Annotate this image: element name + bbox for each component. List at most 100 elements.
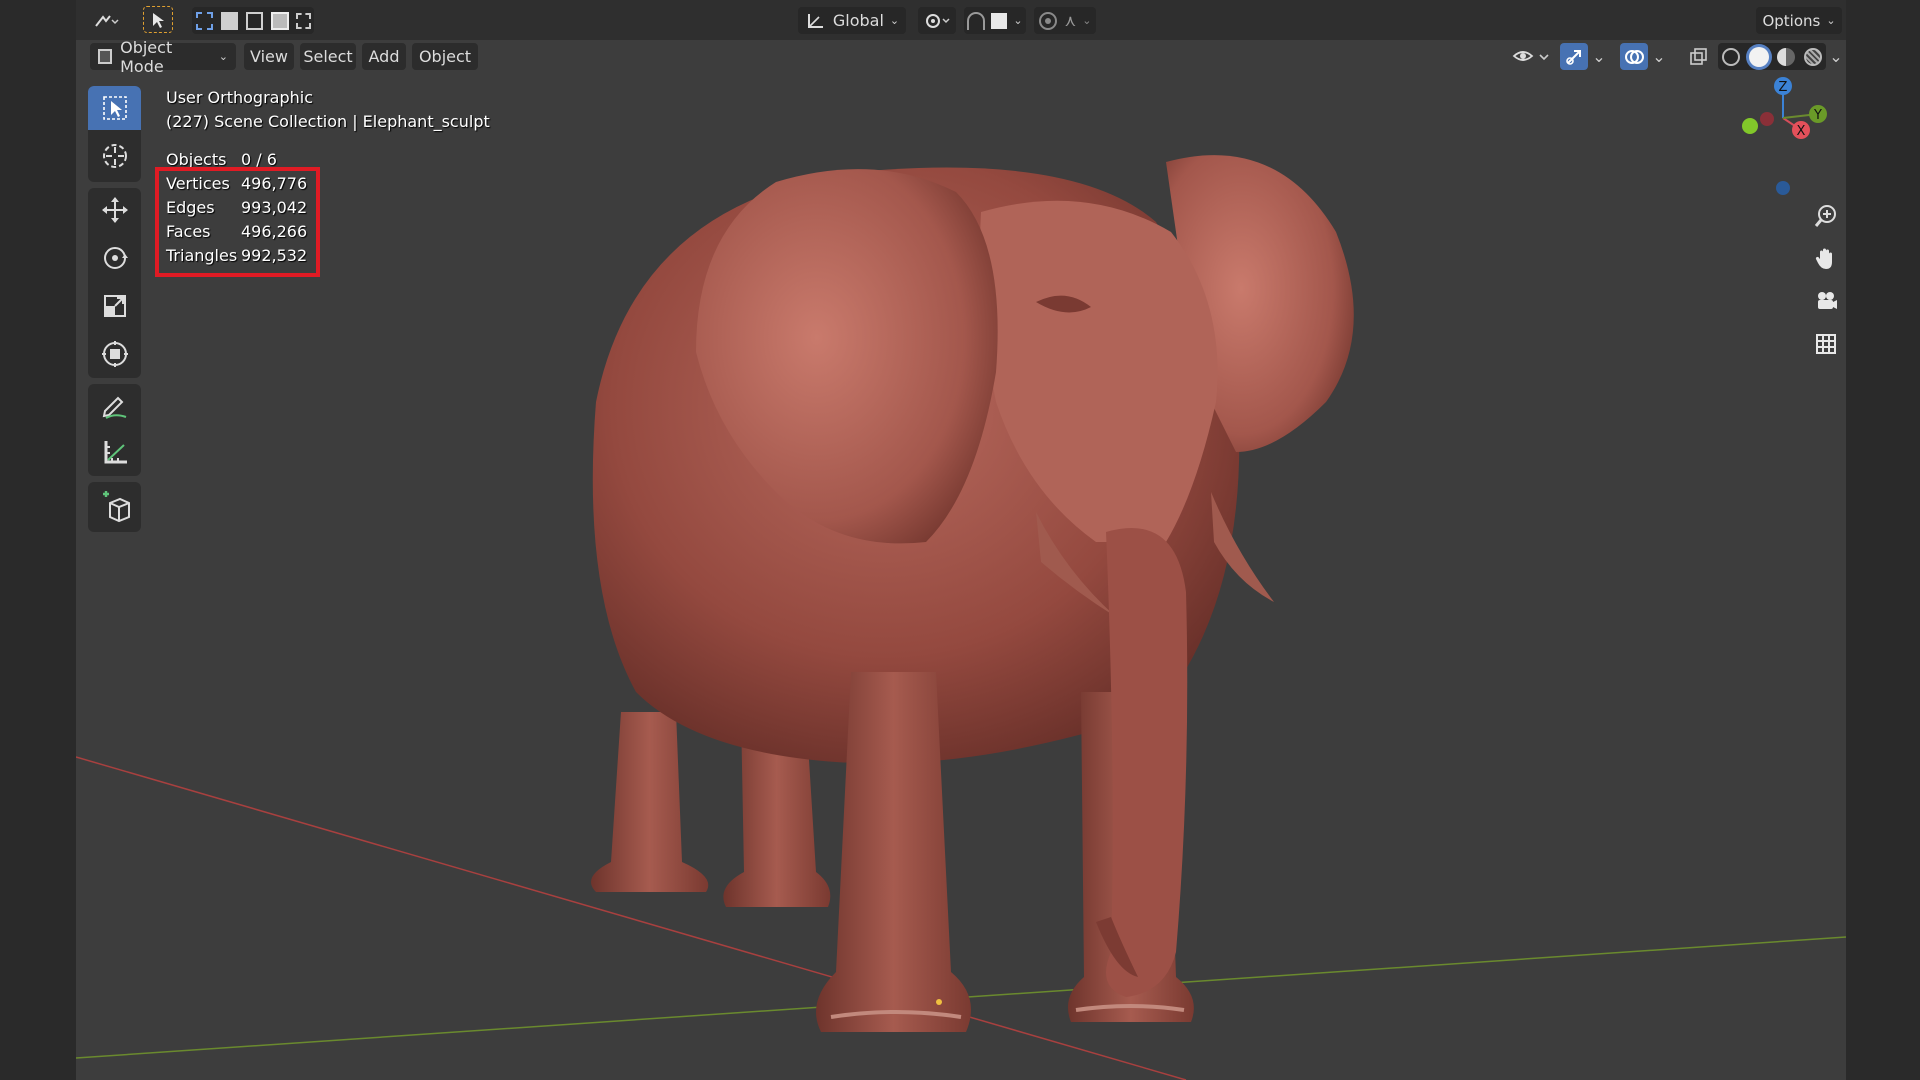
toggle-perspective-button[interactable]	[1808, 326, 1844, 362]
wireframe-shading-icon[interactable]	[1722, 47, 1741, 66]
object-mode-icon	[98, 49, 113, 64]
rotate-icon	[103, 247, 128, 269]
gizmo-y-label: Y	[1813, 108, 1822, 123]
viewport-header: Object Mode ⌄ View Select Add Object ⌄ ⌄…	[76, 38, 1846, 76]
3d-viewport[interactable]: User Orthographic (227) Scene Collection…	[76, 72, 1846, 1080]
gizmo-dropdown-chevron-icon[interactable]: ⌄	[1590, 43, 1608, 70]
screen: Global ⌄ ⌄ ⋏ ⌄ Options ⌄ Object Mode ⌄ V…	[0, 0, 1920, 1080]
zoom-icon	[1814, 205, 1836, 227]
menu-view[interactable]: View	[244, 43, 294, 70]
falloff-icon[interactable]: ⋏	[1065, 11, 1077, 30]
cursor-icon	[102, 144, 127, 168]
snap-target-icon[interactable]	[991, 12, 1008, 29]
transform-icon	[101, 341, 128, 367]
rotate-tool[interactable]	[88, 236, 141, 280]
cursor-tool[interactable]	[88, 134, 141, 178]
scale-icon	[103, 295, 126, 317]
camera-icon	[1818, 292, 1837, 309]
invert-selection-icon[interactable]	[271, 11, 289, 30]
scale-tool[interactable]	[88, 284, 141, 328]
intersect-selection-icon[interactable]	[295, 12, 311, 29]
chevron-down-icon[interactable]: ⌄	[1013, 14, 1022, 27]
gizmo-icon	[1566, 49, 1581, 65]
gizmo-z-axis-icon: Z	[1774, 77, 1792, 95]
gizmo-neg-z-dot	[1776, 181, 1790, 195]
xray-icon	[1690, 47, 1707, 65]
selectability-visibility-dropdown[interactable]	[1510, 43, 1554, 70]
transform-tool[interactable]	[88, 332, 141, 376]
snap-toggle-icon[interactable]	[967, 11, 986, 30]
show-overlays-toggle[interactable]	[1620, 43, 1648, 70]
gizmo-z-label: Z	[1779, 80, 1788, 95]
menu-add[interactable]: Add	[362, 43, 406, 70]
extend-selection-icon[interactable]	[221, 11, 239, 30]
gizmo-x-label: X	[1797, 124, 1806, 139]
toolbar-group-add	[88, 482, 141, 532]
measure-tool[interactable]	[88, 430, 141, 474]
options-dropdown[interactable]: Options ⌄	[1756, 7, 1842, 34]
object-origin	[936, 999, 942, 1005]
pivot-point-dropdown[interactable]	[918, 7, 956, 34]
measure-ruler-icon	[104, 441, 127, 464]
xray-toggle[interactable]	[1684, 43, 1712, 70]
hand-icon	[1815, 248, 1832, 269]
menu-object[interactable]: Object	[412, 43, 478, 70]
material-preview-shading-icon[interactable]	[1777, 47, 1796, 66]
eye-icon	[1512, 50, 1549, 61]
chevron-down-icon: ⌄	[218, 50, 228, 63]
set-new-selection-icon[interactable]	[196, 11, 214, 30]
move-icon	[101, 197, 128, 223]
select-box-tool[interactable]	[88, 86, 141, 130]
shading-dropdown-chevron-icon[interactable]: ⌄	[1828, 43, 1844, 70]
zoom-view-button[interactable]	[1808, 198, 1844, 234]
toolbar-group-select	[88, 86, 141, 182]
navigation-gizmo[interactable]: Z X Y	[1721, 72, 1831, 202]
gizmo-neg-red-dot	[1760, 112, 1774, 126]
transform-orientation-dropdown[interactable]: Global ⌄	[798, 7, 906, 34]
collection-line: (227) Scene Collection | Elephant_sculpt	[166, 112, 490, 131]
chevron-down-icon: ⌄	[1826, 14, 1836, 27]
toolbar-group-transform	[88, 188, 141, 378]
overlays-icon	[1625, 49, 1644, 64]
solid-shading-icon[interactable]	[1748, 46, 1769, 67]
gizmo-x-axis-icon: X	[1792, 121, 1810, 139]
mode-label: Object Mode	[120, 37, 173, 76]
subtract-selection-icon[interactable]	[246, 11, 264, 30]
rendered-shading-icon[interactable]	[1803, 47, 1822, 66]
elephant-sculpt-mesh[interactable]	[591, 155, 1354, 1032]
editor-type-icon[interactable]	[88, 7, 124, 34]
chevron-down-icon: ⌄	[889, 14, 900, 27]
gizmo-neg-x-dot	[1742, 118, 1758, 134]
proportional-editing-group: ⋏ ⌄	[1034, 7, 1096, 34]
orientation-axes-icon	[807, 13, 823, 28]
shading-mode-group	[1718, 43, 1826, 70]
mode-dropdown[interactable]: Object Mode ⌄	[90, 38, 236, 76]
chevron-down-icon[interactable]: ⌄	[1082, 14, 1091, 27]
viewport-scene	[76, 155, 1846, 1080]
highlight-box	[155, 167, 320, 277]
viewport-info-overlay: User Orthographic (227) Scene Collection…	[166, 86, 490, 134]
gizmo-y-axis-icon: Y	[1809, 105, 1827, 123]
move-tool[interactable]	[88, 188, 141, 232]
proportional-editing-icon[interactable]	[1038, 11, 1057, 30]
pivot-icon	[926, 13, 950, 28]
tool-settings-header: Global ⌄ ⌄ ⋏ ⌄ Options ⌄	[76, 0, 1846, 40]
options-label: Options	[1762, 11, 1821, 30]
select-tool-icon[interactable]	[143, 6, 173, 33]
annotate-pencil-icon	[102, 396, 126, 419]
transform-orientation-value: Global	[832, 11, 884, 30]
add-cube-icon	[102, 491, 130, 523]
toolbar-group-annotate	[88, 384, 141, 476]
show-gizmo-toggle[interactable]	[1560, 43, 1588, 70]
annotate-tool[interactable]	[88, 384, 141, 428]
view-name: User Orthographic	[166, 88, 314, 107]
grid-icon	[1816, 334, 1836, 354]
selection-mode-group	[192, 7, 314, 34]
camera-view-button[interactable]	[1808, 283, 1844, 319]
snapping-group: ⌄	[964, 7, 1026, 34]
overlays-dropdown-chevron-icon[interactable]: ⌄	[1650, 43, 1668, 70]
select-box-icon	[102, 96, 127, 120]
menu-select[interactable]: Select	[300, 43, 356, 70]
add-cube-tool[interactable]	[88, 484, 141, 528]
pan-view-button[interactable]	[1808, 240, 1844, 276]
